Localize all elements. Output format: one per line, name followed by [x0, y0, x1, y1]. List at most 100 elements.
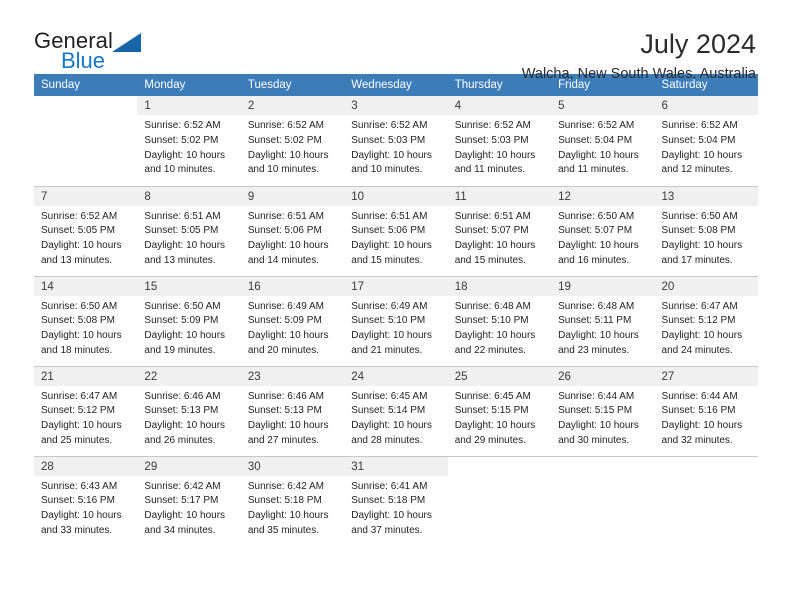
sunset-time: Sunset: 5:04 PM [558, 134, 633, 146]
day-number: 4 [447, 96, 552, 115]
day-number: 30 [240, 456, 345, 476]
daylight-duration: Daylight: 10 hours [351, 149, 432, 161]
sunset-time: Sunset: 5:14 PM [351, 405, 426, 417]
sunset-time: Sunset: 5:07 PM [454, 225, 529, 237]
daylight-duration: Daylight: 10 hours [558, 240, 639, 252]
day-number: 1 [137, 96, 241, 115]
sunrise-time: Sunrise: 6:45 AM [351, 390, 428, 402]
sunset-time: Sunset: 5:03 PM [454, 134, 529, 146]
calendar-day-cell[interactable]: 12 Sunrise: 6:50 AM Sunset: 5:07 PM Dayligh… [551, 186, 655, 277]
calendar-day-cell[interactable]: 22 Sunrise: 6:46 AM Sunset: 5:13 PM Dayligh… [137, 366, 241, 457]
daylight-duration: Daylight: 10 hours [661, 420, 743, 432]
daylight-duration: Daylight: 10 hours [661, 330, 743, 342]
daylight-duration: Daylight: 10 hours [454, 420, 536, 432]
sunrise-time: Sunrise: 6:48 AM [454, 300, 531, 312]
calendar-day-cell[interactable]: 8 Sunrise: 6:51 AM Sunset: 5:05 PM Daylight… [137, 186, 241, 277]
logo-triangle-icon [112, 33, 141, 52]
calendar-day-cell[interactable]: 9 Sunrise: 6:51 AM Sunset: 5:06 PM Daylight… [240, 186, 345, 277]
daylight-duration-cont: and 30 minutes. [558, 434, 630, 446]
sunrise-time: Sunrise: 6:47 AM [41, 390, 118, 402]
calendar-day-cell[interactable]: 11 Sunrise: 6:51 AM Sunset: 5:07 PM Dayligh… [447, 186, 552, 277]
calendar-day-cell[interactable]: 31 Sunrise: 6:41 AM Sunset: 5:18 PM Dayligh… [344, 456, 448, 546]
day-number: 3 [344, 96, 448, 115]
calendar-day-cell[interactable]: 24 Sunrise: 6:45 AM Sunset: 5:14 PM Dayligh… [344, 366, 448, 457]
calendar-day-cell[interactable]: 4 Sunrise: 6:52 AM Sunset: 5:03 PM Daylight… [447, 96, 552, 187]
daylight-duration-cont: and 17 minutes. [661, 254, 733, 266]
calendar-day-cell[interactable]: 30 Sunrise: 6:42 AM Sunset: 5:18 PM Dayligh… [240, 456, 345, 546]
calendar-day-cell[interactable]: 25 Sunrise: 6:45 AM Sunset: 5:15 PM Dayligh… [447, 366, 552, 457]
calendar-day-cell[interactable]: 7 Sunrise: 6:52 AM Sunset: 5:05 PM Daylight… [34, 186, 138, 277]
daylight-duration-cont: and 13 minutes. [144, 254, 216, 266]
day-details: Sunrise: 6:46 AM Sunset: 5:13 PM Daylight:… [241, 386, 344, 449]
calendar-day-cell[interactable]: 19 Sunrise: 6:48 AM Sunset: 5:11 PM Dayligh… [551, 276, 655, 367]
day-details: Sunrise: 6:42 AM Sunset: 5:18 PM Daylight:… [241, 476, 344, 539]
day-details: Sunrise: 6:51 AM Sunset: 5:06 PM Daylight:… [241, 206, 344, 269]
day-details: Sunrise: 6:51 AM Sunset: 5:07 PM Daylight:… [448, 206, 551, 269]
day-number: 2 [240, 96, 345, 115]
logo-secondary-text: Blue [61, 48, 106, 73]
calendar-day-cell[interactable]: 16 Sunrise: 6:49 AM Sunset: 5:09 PM Dayligh… [240, 276, 345, 367]
day-details: Sunrise: 6:52 AM Sunset: 5:02 PM Daylight:… [241, 115, 344, 178]
daylight-duration-cont: and 15 minutes. [454, 254, 526, 266]
daylight-duration-cont: and 35 minutes. [247, 524, 320, 536]
daylight-duration: Daylight: 10 hours [661, 149, 743, 161]
daylight-duration: Daylight: 10 hours [41, 420, 122, 432]
calendar-day-cell[interactable]: 14 Sunrise: 6:50 AM Sunset: 5:08 PM Dayligh… [34, 276, 138, 367]
calendar-day-cell[interactable]: 13 Sunrise: 6:50 AM Sunset: 5:08 PM Dayligh… [654, 186, 758, 277]
calendar-day-cell[interactable]: 17 Sunrise: 6:49 AM Sunset: 5:10 PM Dayligh… [344, 276, 448, 367]
calendar-day-cell[interactable]: 5 Sunrise: 6:52 AM Sunset: 5:04 PM Daylight… [551, 96, 655, 187]
calendar-day-cell[interactable]: 15 Sunrise: 6:50 AM Sunset: 5:09 PM Dayligh… [137, 276, 241, 367]
daylight-duration: Daylight: 10 hours [454, 240, 536, 252]
sunrise-time: Sunrise: 6:43 AM [41, 480, 118, 492]
calendar-day-cell[interactable]: 6 Sunrise: 6:52 AM Sunset: 5:04 PM Daylight… [654, 96, 758, 187]
calendar-day-cell[interactable]: 26 Sunrise: 6:44 AM Sunset: 5:15 PM Dayligh… [551, 366, 655, 457]
sunrise-time: Sunrise: 6:50 AM [41, 300, 118, 312]
sunrise-time: Sunrise: 6:45 AM [454, 390, 531, 402]
calendar-day-cell[interactable]: 1 Sunrise: 6:52 AM Sunset: 5:02 PM Daylight… [137, 96, 241, 187]
weekday-header-wednesday: Wednesday [344, 74, 448, 96]
calendar-day-cell[interactable]: 10 Sunrise: 6:51 AM Sunset: 5:06 PM Dayligh… [344, 186, 448, 277]
calendar-day-cell[interactable]: 18 Sunrise: 6:48 AM Sunset: 5:10 PM Dayligh… [447, 276, 552, 367]
calendar-day-cell-empty [447, 456, 552, 546]
calendar-day-cell[interactable]: 29 Sunrise: 6:42 AM Sunset: 5:17 PM Dayligh… [137, 456, 241, 546]
day-details: Sunrise: 6:49 AM Sunset: 5:10 PM Daylight:… [344, 296, 447, 359]
daylight-duration: Daylight: 10 hours [144, 330, 226, 342]
daylight-duration-cont: and 10 minutes. [351, 164, 423, 176]
daylight-duration: Daylight: 10 hours [144, 510, 226, 522]
calendar-day-cell[interactable]: 28 Sunrise: 6:43 AM Sunset: 5:16 PM Dayligh… [34, 456, 138, 546]
day-details: Sunrise: 6:44 AM Sunset: 5:15 PM Daylight:… [551, 386, 654, 449]
day-number: 27 [654, 366, 758, 386]
sunrise-time: Sunrise: 6:49 AM [351, 300, 428, 312]
sunset-time: Sunset: 5:02 PM [247, 134, 322, 146]
day-number: 14 [34, 276, 138, 296]
calendar-day-cell[interactable]: 20 Sunrise: 6:47 AM Sunset: 5:12 PM Dayligh… [654, 276, 758, 367]
calendar-day-cell[interactable]: 23 Sunrise: 6:46 AM Sunset: 5:13 PM Dayligh… [240, 366, 345, 457]
day-number: 13 [654, 186, 758, 206]
general-blue-logo[interactable]: General Blue [34, 30, 164, 76]
calendar-day-cell[interactable]: 2 Sunrise: 6:52 AM Sunset: 5:02 PM Daylight… [240, 96, 345, 187]
calendar-day-cell[interactable]: 3 Sunrise: 6:52 AM Sunset: 5:03 PM Daylight… [344, 96, 448, 187]
day-number: 19 [551, 276, 655, 296]
day-details: Sunrise: 6:48 AM Sunset: 5:10 PM Daylight:… [448, 296, 551, 359]
day-number: 31 [344, 456, 448, 476]
daylight-duration: Daylight: 10 hours [558, 330, 639, 342]
daylight-duration-cont: and 23 minutes. [558, 344, 630, 356]
calendar-day-cell[interactable]: 21 Sunrise: 6:47 AM Sunset: 5:12 PM Dayligh… [34, 366, 138, 457]
day-number [34, 96, 137, 115]
calendar-week-row: 7 Sunrise: 6:52 AM Sunset: 5:05 PM Daylight… [34, 186, 758, 277]
day-details: Sunrise: 6:52 AM Sunset: 5:02 PM Daylight:… [137, 115, 240, 178]
sunset-time: Sunset: 5:18 PM [351, 495, 426, 507]
sunset-time: Sunset: 5:16 PM [41, 495, 115, 507]
page-subtitle: Walcha, New South Wales, Australia [521, 66, 756, 83]
calendar-day-cell[interactable]: 27 Sunrise: 6:44 AM Sunset: 5:16 PM Dayligh… [654, 366, 758, 457]
day-number: 23 [240, 366, 345, 386]
day-details: Sunrise: 6:45 AM Sunset: 5:15 PM Daylight:… [448, 386, 551, 449]
sunset-time: Sunset: 5:12 PM [41, 405, 115, 417]
calendar-day-cell-empty [551, 456, 655, 546]
daylight-duration: Daylight: 10 hours [351, 510, 432, 522]
day-details: Sunrise: 6:51 AM Sunset: 5:05 PM Daylight:… [137, 206, 240, 269]
day-details: Sunrise: 6:48 AM Sunset: 5:11 PM Daylight:… [551, 296, 654, 359]
day-number: 20 [654, 276, 758, 296]
day-number: 8 [137, 186, 241, 206]
daylight-duration: Daylight: 10 hours [351, 420, 432, 432]
